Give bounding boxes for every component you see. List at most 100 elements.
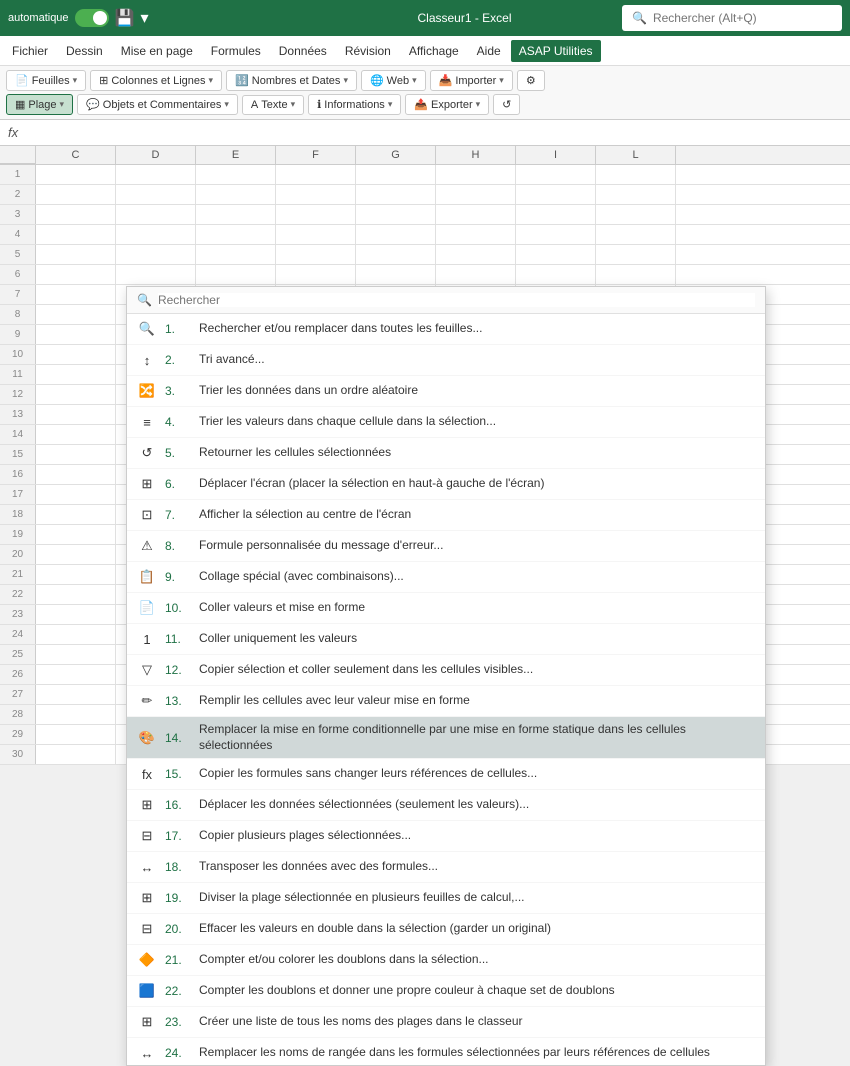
cell[interactable] [356,205,436,224]
cell[interactable] [116,205,196,224]
ribbon-importer[interactable]: 📥 Importer ▾ [430,70,513,91]
cell[interactable] [36,625,116,644]
cell[interactable] [36,465,116,484]
menu-item-aide[interactable]: Aide [469,40,509,62]
cell[interactable] [516,225,596,244]
cell[interactable] [596,205,676,224]
cell[interactable] [36,245,116,264]
dropdown-item[interactable]: ↔24.Remplacer les noms de rangée dans le… [127,1038,765,1066]
ribbon-informations[interactable]: ℹ Informations ▾ [308,94,401,115]
cell[interactable] [36,365,116,384]
cell[interactable] [36,745,116,764]
cell[interactable] [276,205,356,224]
cell[interactable] [36,445,116,464]
cell[interactable] [36,605,116,624]
cell[interactable] [116,245,196,264]
menu-item-dessin[interactable]: Dessin [58,40,111,62]
dropdown-item[interactable]: 📋9.Collage spécial (avec combinaisons)..… [127,562,765,593]
cell[interactable] [356,245,436,264]
dropdown-item[interactable]: 🟦22.Compter les doublons et donner une p… [127,976,765,1007]
cell[interactable] [436,205,516,224]
dropdown-arrow-icon[interactable]: ▾ [140,8,148,28]
dropdown-item[interactable]: ↺5.Retourner les cellules sélectionnées [127,438,765,469]
cell[interactable] [36,265,116,284]
cell[interactable] [36,305,116,324]
search-input[interactable] [653,11,832,25]
cell[interactable] [36,545,116,564]
cell[interactable] [596,165,676,184]
cell[interactable] [36,345,116,364]
cell[interactable] [436,185,516,204]
cell[interactable] [116,165,196,184]
grid-row[interactable]: 5 [0,245,850,265]
cell[interactable] [36,505,116,524]
grid-row[interactable]: 3 [0,205,850,225]
dropdown-item[interactable]: ⊞19.Diviser la plage sélectionnée en plu… [127,883,765,914]
menu-item-donnees[interactable]: Données [271,40,335,62]
cell[interactable] [356,225,436,244]
dropdown-item[interactable]: ↔18.Transposer les données avec des form… [127,852,765,883]
cell[interactable] [516,245,596,264]
grid-row[interactable]: 4 [0,225,850,245]
auto-toggle[interactable] [75,9,109,27]
menu-item-revision[interactable]: Révision [337,40,399,62]
cell[interactable] [196,225,276,244]
cell[interactable] [196,205,276,224]
menu-item-formules[interactable]: Formules [203,40,269,62]
dropdown-item[interactable]: 🎨14.Remplacer la mise en forme condition… [127,717,765,759]
ribbon-plage[interactable]: ▦ Plage ▾ [6,94,73,115]
dropdown-item[interactable]: 🔶21.Compter et/ou colorer les doublons d… [127,945,765,976]
cell[interactable] [36,225,116,244]
cell[interactable] [596,245,676,264]
cell[interactable] [36,185,116,204]
ribbon-r[interactable]: ↺ [493,94,520,115]
dropdown-item[interactable]: 📄10.Coller valeurs et mise en forme [127,593,765,624]
formula-input[interactable] [26,126,842,140]
cell[interactable] [36,325,116,344]
cell[interactable] [36,665,116,684]
cell[interactable] [116,265,196,284]
cell[interactable] [276,245,356,264]
dropdown-item[interactable]: ⊟17.Copier plusieurs plages sélectionnée… [127,821,765,852]
cell[interactable] [596,185,676,204]
cell[interactable] [36,685,116,704]
dropdown-item[interactable]: 🔀3.Trier les données dans un ordre aléat… [127,376,765,407]
dropdown-search-input[interactable] [158,293,755,307]
cell[interactable] [436,245,516,264]
ribbon-objets-commentaires[interactable]: 💬 Objets et Commentaires ▾ [77,94,238,115]
cell[interactable] [196,185,276,204]
cell[interactable] [356,185,436,204]
save-icon[interactable]: 💾 [115,8,135,28]
menu-item-fichier[interactable]: Fichier [4,40,56,62]
dropdown-item[interactable]: ≡4.Trier les valeurs dans chaque cellule… [127,407,765,438]
dropdown-item[interactable]: ⚠8.Formule personnalisée du message d'er… [127,531,765,562]
cell[interactable] [196,245,276,264]
search-box[interactable]: 🔍 [622,5,842,31]
ribbon-feuilles[interactable]: 📄 Feuilles ▾ [6,70,86,91]
cell[interactable] [36,165,116,184]
dropdown-item[interactable]: ↕2.Tri avancé... [127,345,765,376]
cell[interactable] [516,205,596,224]
ribbon-exporter[interactable]: 📤 Exporter ▾ [405,94,489,115]
dropdown-menu[interactable]: 🔍 🔍1.Rechercher et/ou remplacer dans tou… [126,286,766,1066]
dropdown-item[interactable]: ⊞6.Déplacer l'écran (placer la sélection… [127,469,765,500]
cell[interactable] [516,165,596,184]
dropdown-item[interactable]: ✏13.Remplir les cellules avec leur valeu… [127,686,765,717]
cell[interactable] [36,585,116,604]
cell[interactable] [356,165,436,184]
dropdown-item[interactable]: 111.Coller uniquement les valeurs [127,624,765,655]
cell[interactable] [36,385,116,404]
grid-row[interactable]: 1 [0,165,850,185]
menu-item-asap[interactable]: ASAP Utilities [511,40,601,62]
cell[interactable] [436,265,516,284]
dropdown-item[interactable]: fx15.Copier les formules sans changer le… [127,759,765,790]
cell[interactable] [276,265,356,284]
cell[interactable] [436,165,516,184]
cell[interactable] [36,705,116,724]
cell[interactable] [36,525,116,544]
dropdown-item[interactable]: ▽12.Copier sélection et coller seulement… [127,655,765,686]
cell[interactable] [36,285,116,304]
menu-item-mise-en-page[interactable]: Mise en page [113,40,201,62]
cell[interactable] [596,225,676,244]
grid-row[interactable]: 6 [0,265,850,285]
